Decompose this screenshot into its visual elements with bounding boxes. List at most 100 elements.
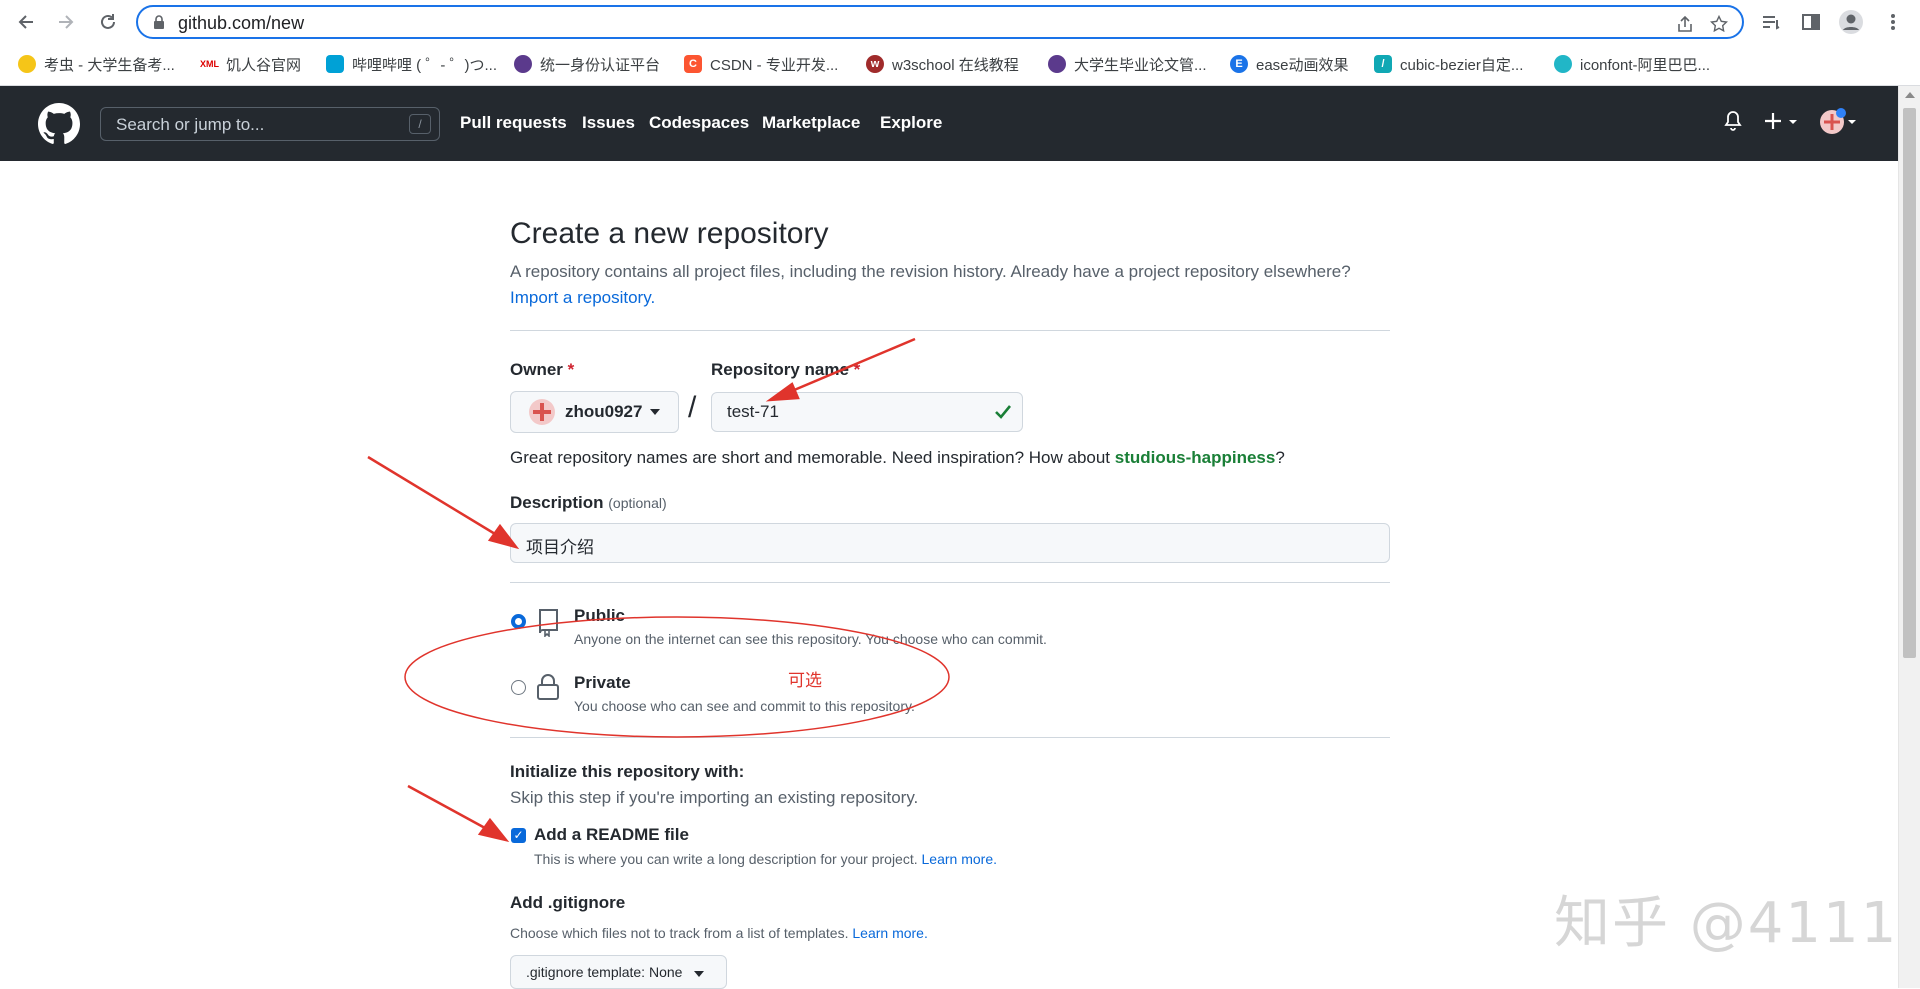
private-radio[interactable] — [511, 680, 526, 695]
bookmark-label: 考虫 - 大学生备考... — [44, 56, 175, 74]
search-placeholder: Search or jump to... — [116, 115, 265, 134]
bookmark-label: CSDN - 专业开发... — [710, 56, 839, 74]
bookmark-label: 饥人谷官网 — [226, 56, 302, 74]
description-label-text: Description — [510, 493, 604, 512]
repo-name-label: Repository name * — [711, 360, 860, 380]
owner-label: Owner * — [510, 360, 574, 380]
gitignore-help: Choose which files not to track from a l… — [510, 925, 928, 941]
nav-marketplace[interactable]: Marketplace — [762, 113, 860, 133]
import-repository-link[interactable]: Import a repository. — [510, 288, 655, 307]
readme-checkbox[interactable]: ✓ — [511, 828, 526, 843]
public-radio[interactable] — [511, 614, 526, 629]
search-shortcut-badge: / — [409, 114, 431, 134]
gitignore-help-text: Choose which files not to track from a l… — [510, 925, 849, 941]
bookmark-favicon-icon: C — [684, 55, 702, 73]
optional-annotation: 可选 — [788, 671, 822, 690]
owner-avatar — [529, 399, 555, 425]
scroll-up-icon[interactable] — [1905, 92, 1915, 98]
lock-icon — [154, 15, 164, 29]
bookmark-label: 大学生毕业论文管... — [1074, 56, 1207, 74]
bookmark-favicon-icon: w — [866, 55, 884, 73]
page-title: Create a new repository — [510, 217, 829, 250]
nav-codespaces[interactable]: Codespaces — [649, 113, 749, 133]
gitignore-template-value: .gitignore template: None — [526, 964, 683, 980]
gitignore-learn-more-link[interactable]: Learn more. — [852, 925, 927, 941]
profile-icon[interactable] — [1838, 9, 1864, 35]
reading-list-icon[interactable] — [1758, 9, 1784, 35]
readme-help: This is where you can write a long descr… — [534, 851, 997, 867]
forward-icon[interactable] — [52, 8, 80, 36]
owner-value: zhou0927 — [565, 402, 643, 421]
public-desc: Anyone on the internet can see this repo… — [574, 631, 1047, 647]
init-subtitle: Skip this step if you're importing an ex… — [510, 788, 919, 807]
bookmark-label: ease动画效果 — [1256, 56, 1349, 74]
arrow-to-description — [367, 455, 506, 542]
nav-explore[interactable]: Explore — [880, 113, 942, 133]
bookmark-item[interactable]: 大学生毕业论文管... — [1048, 52, 1207, 76]
share-icon[interactable] — [1674, 13, 1696, 35]
name-suggestion-link[interactable]: studious-happiness — [1115, 448, 1276, 467]
readme-learn-more-link[interactable]: Learn more. — [922, 851, 997, 867]
back-icon[interactable] — [12, 8, 40, 36]
browser-chrome: github.com/new 考虫 - 大学生备考... XML 饥人谷官网 哔… — [0, 0, 1920, 86]
nav-pull-requests[interactable]: Pull requests — [460, 113, 567, 133]
bookmark-item[interactable]: 哔哩哔哩 ( ゜- ゜)つ... — [326, 52, 497, 76]
required-mark: * — [853, 360, 861, 379]
github-logo-icon[interactable] — [38, 103, 80, 145]
bookmark-favicon-icon — [326, 55, 344, 73]
address-bar[interactable]: github.com/new — [136, 5, 1744, 39]
readme-label: Add a README file — [534, 825, 689, 844]
description-label: Description (optional) — [510, 493, 667, 513]
browser-toolbar: github.com/new — [0, 0, 1920, 44]
star-icon[interactable] — [1708, 13, 1730, 35]
private-title: Private — [574, 673, 631, 692]
bookmark-item[interactable]: E ease动画效果 — [1230, 52, 1349, 76]
side-panel-icon[interactable] — [1798, 9, 1824, 35]
divider — [510, 582, 1390, 583]
scrollbar-thumb[interactable] — [1903, 108, 1916, 658]
repo-name-label-text: Repository name — [711, 360, 849, 379]
bookmark-favicon-icon — [1048, 55, 1066, 73]
bookmark-item[interactable]: C CSDN - 专业开发... — [684, 52, 838, 76]
page-scrollbar[interactable] — [1898, 86, 1920, 988]
reload-icon[interactable] — [94, 8, 122, 36]
page-subtitle: A repository contains all project files,… — [510, 259, 1390, 311]
bookmark-favicon-icon: E — [1230, 55, 1248, 73]
bookmark-item[interactable]: XML 饥人谷官网 — [200, 52, 301, 76]
repo-name-input[interactable]: test-71 — [711, 392, 1023, 432]
url-text: github.com/new — [178, 13, 305, 33]
create-new-plus-icon[interactable] — [1764, 110, 1804, 138]
gitignore-template-select[interactable]: .gitignore template: None — [510, 955, 727, 989]
chevron-down-icon — [694, 971, 705, 977]
init-title: Initialize this repository with: — [510, 762, 745, 781]
arrow-head-icon — [477, 817, 510, 843]
owner-select-button[interactable]: zhou0927 — [510, 391, 679, 433]
bookmark-item[interactable]: 考虫 - 大学生备考... — [18, 52, 175, 76]
lock-icon — [537, 674, 559, 700]
repo-name-value: test-71 — [727, 402, 779, 421]
bookmark-item[interactable]: / cubic-bezier自定... — [1374, 52, 1523, 76]
private-desc: You choose who can see and commit to thi… — [574, 698, 915, 714]
owner-label-text: Owner — [510, 360, 563, 379]
divider — [510, 737, 1390, 738]
bookmark-label: 哔哩哔哩 ( ゜- ゜)つ... — [352, 56, 497, 74]
description-value: 项目介绍 — [526, 538, 594, 557]
bookmark-item[interactable]: w w3school 在线教程 — [866, 52, 1019, 76]
more-menu-icon[interactable] — [1880, 9, 1906, 35]
user-avatar-menu[interactable] — [1818, 106, 1862, 144]
check-icon — [995, 405, 1012, 419]
divider — [510, 330, 1390, 331]
bookmark-item[interactable]: 统一身份认证平台 — [514, 52, 660, 76]
public-title: Public — [574, 606, 626, 625]
github-search-input[interactable]: Search or jump to... / — [100, 107, 440, 141]
bookmarks-bar: 考虫 - 大学生备考... XML 饥人谷官网 哔哩哔哩 ( ゜- ゜)つ...… — [0, 48, 1920, 80]
bookmark-favicon-icon — [18, 55, 36, 73]
bookmark-label: iconfont-阿里巴巴... — [1580, 56, 1711, 74]
description-input[interactable]: 项目介绍 — [510, 523, 1390, 563]
optional-tag: (optional) — [608, 495, 667, 511]
nav-issues[interactable]: Issues — [582, 113, 635, 133]
watermark: 知乎 @4111 — [1554, 891, 1899, 956]
notifications-bell-icon[interactable] — [1723, 110, 1743, 138]
repo-name-help: Great repository names are short and mem… — [510, 448, 1285, 468]
bookmark-item[interactable]: iconfont-阿里巴巴... — [1554, 52, 1710, 76]
